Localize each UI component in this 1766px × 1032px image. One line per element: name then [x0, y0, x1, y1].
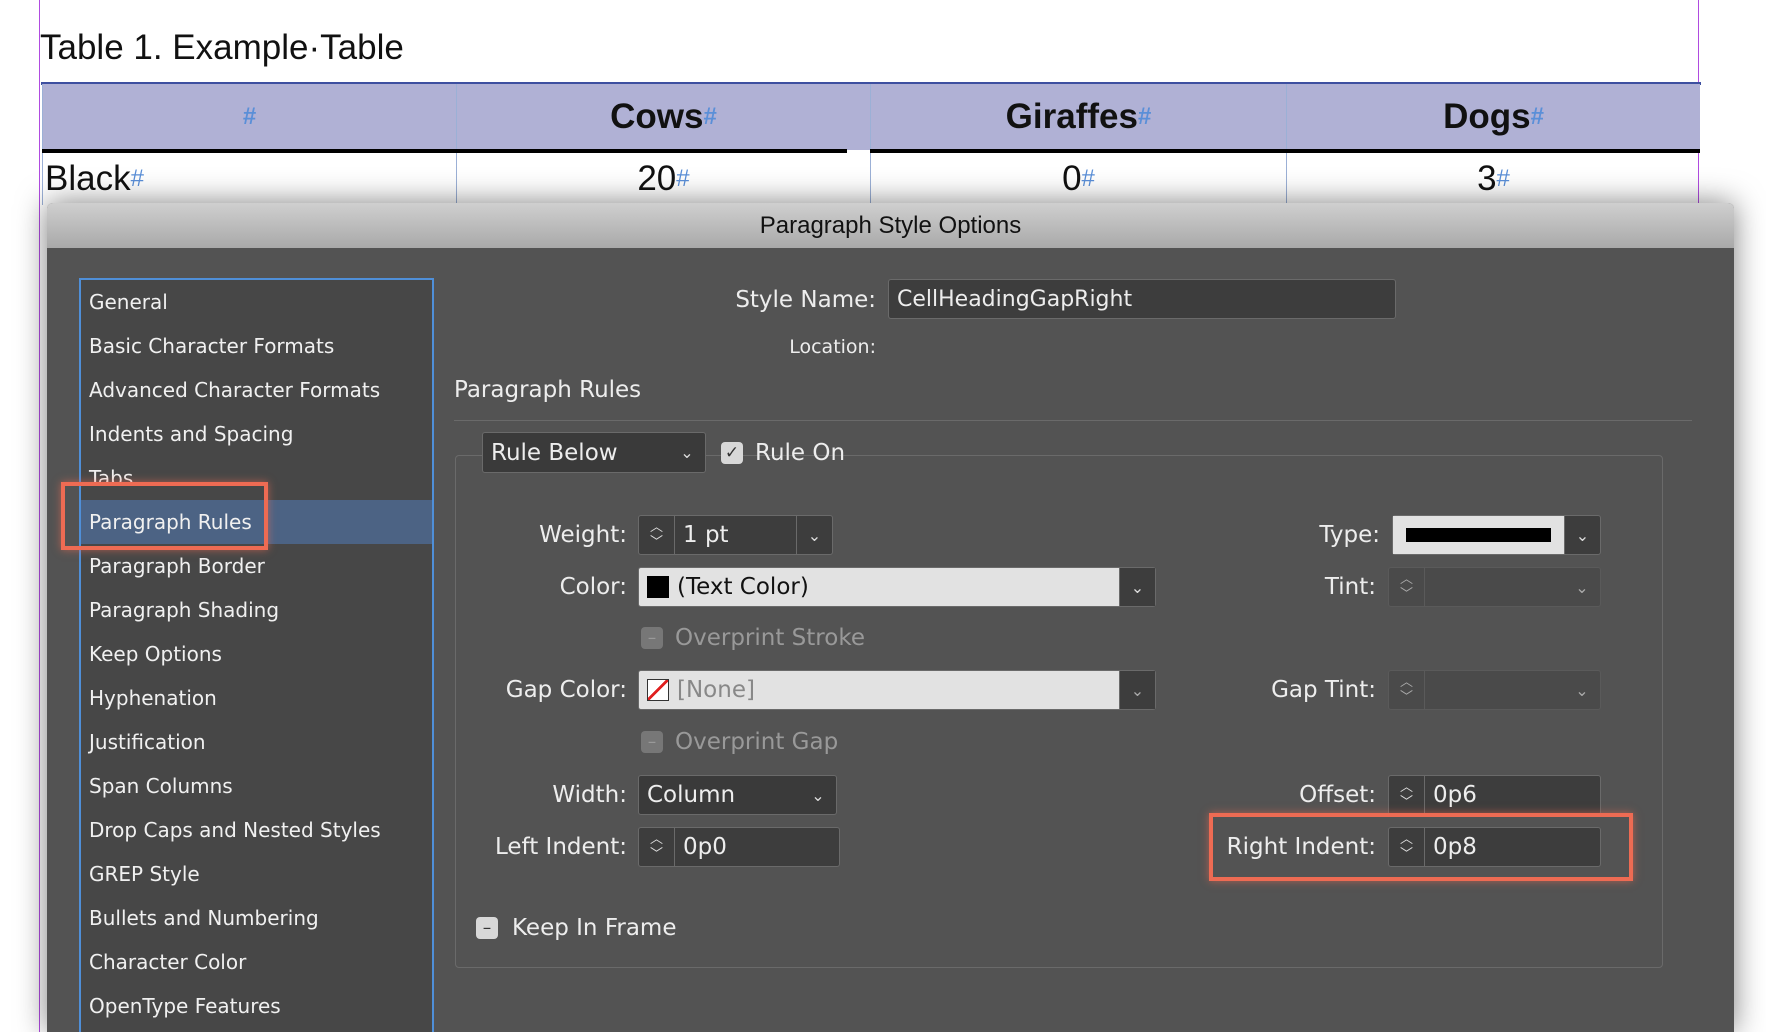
body-cell[interactable]: Black #	[42, 153, 456, 205]
rule-type-select[interactable]: Rule Below ⌄	[482, 432, 706, 473]
keep-in-frame-checkbox[interactable]: –	[476, 917, 498, 939]
gap-tint-label: Gap Tint:	[1271, 677, 1376, 703]
tint-combo[interactable]: ︿ ﹀ ⌄	[1388, 567, 1601, 607]
stepper-icon[interactable]: ︿ ﹀	[1389, 828, 1425, 866]
header-cell[interactable]: #	[42, 84, 456, 150]
category-hyphenation[interactable]: Hyphenation	[81, 676, 432, 720]
style-name-input[interactable]: CellHeadingGapRight	[888, 279, 1396, 319]
offset-label: Offset:	[1299, 782, 1376, 808]
category-paragraph-shading[interactable]: Paragraph Shading	[81, 588, 432, 632]
stepper-icon[interactable]: ︿ ﹀	[639, 828, 675, 866]
none-swatch-icon	[647, 679, 669, 701]
overprint-stroke-checkbox[interactable]: –	[641, 627, 663, 649]
category-paragraph-border[interactable]: Paragraph Border	[81, 544, 432, 588]
weight-label: Weight:	[539, 522, 627, 548]
right-indent-input[interactable]: ︿ ﹀ 0p8	[1388, 827, 1601, 867]
location-label: Location:	[789, 336, 876, 358]
divider	[454, 420, 1692, 421]
category-drop-caps-and-nested-styles[interactable]: Drop Caps and Nested Styles	[81, 808, 432, 852]
body-cell[interactable]: 0 #	[870, 153, 1286, 205]
right-indent-label: Right Indent:	[1226, 834, 1376, 860]
category-opentype-features[interactable]: OpenType Features	[81, 984, 432, 1028]
category-basic-character-formats[interactable]: Basic Character Formats	[81, 324, 432, 368]
type-select[interactable]: ⌄	[1392, 515, 1601, 555]
paragraph-style-options-dialog: Paragraph Style Options General Basic Cha…	[47, 203, 1734, 1032]
type-label: Type:	[1319, 522, 1380, 548]
weight-combo[interactable]: ︿ ﹀ 1 pt ⌄	[638, 515, 833, 555]
category-justification[interactable]: Justification	[81, 720, 432, 764]
left-indent-input[interactable]: ︿ ﹀ 0p0	[638, 827, 840, 867]
gap-tint-combo[interactable]: ︿ ﹀ ⌄	[1388, 670, 1601, 710]
chevron-down-icon: ⌄	[1575, 680, 1589, 700]
stepper-icon[interactable]: ︿ ﹀	[1389, 671, 1425, 709]
category-advanced-character-formats[interactable]: Advanced Character Formats	[81, 368, 432, 412]
dialog-title: Paragraph Style Options	[47, 203, 1734, 248]
width-select[interactable]: Column ⌄	[638, 775, 837, 815]
width-label: Width:	[552, 782, 627, 808]
header-cell-dogs[interactable]: Dogs #	[1286, 84, 1700, 150]
chevron-down-icon[interactable]: ⌄	[796, 516, 832, 554]
chevron-down-icon: ⌄	[1119, 568, 1155, 606]
color-swatch	[647, 576, 669, 598]
body-cell[interactable]: 20 #	[456, 153, 870, 205]
category-bullets-and-numbering[interactable]: Bullets and Numbering	[81, 896, 432, 940]
chevron-down-icon: ⌄	[680, 443, 694, 462]
solid-stroke-preview	[1406, 528, 1551, 542]
gap-color-label: Gap Color:	[505, 677, 627, 703]
category-character-color[interactable]: Character Color	[81, 940, 432, 984]
tint-label: Tint:	[1324, 574, 1376, 600]
category-grep-style[interactable]: GREP Style	[81, 852, 432, 896]
category-keep-options[interactable]: Keep Options	[81, 632, 432, 676]
chevron-down-icon: ⌄	[811, 785, 825, 805]
section-heading: Paragraph Rules	[454, 377, 642, 403]
stepper-icon[interactable]: ︿ ﹀	[639, 516, 675, 554]
margin-guide-left	[39, 0, 40, 1032]
category-indents-and-spacing[interactable]: Indents and Spacing	[81, 412, 432, 456]
stepper-icon[interactable]: ︿ ﹀	[1389, 568, 1425, 606]
chevron-down-icon: ⌄	[1575, 577, 1589, 597]
category-general[interactable]: General	[81, 280, 432, 324]
header-cell-cows[interactable]: Cows #	[456, 84, 870, 150]
highlight-box	[61, 482, 268, 550]
chevron-down-icon: ⌄	[1119, 671, 1155, 709]
header-cell-giraffes[interactable]: Giraffes #	[870, 84, 1286, 150]
category-list: General Basic Character Formats Advanced C…	[79, 278, 434, 1032]
color-label: Color:	[559, 574, 627, 600]
keep-in-frame-label: Keep In Frame	[512, 915, 677, 941]
gap-color-select[interactable]: [None] ⌄	[638, 670, 1156, 710]
table-caption: Table 1. Example·Table	[40, 28, 404, 67]
overprint-gap-checkbox[interactable]: –	[641, 731, 663, 753]
category-span-columns[interactable]: Span Columns	[81, 764, 432, 808]
chevron-down-icon: ⌄	[1564, 516, 1600, 554]
color-select[interactable]: (Text Color) ⌄	[638, 567, 1156, 607]
body-cell[interactable]: 3 #	[1286, 153, 1700, 205]
offset-input[interactable]: ︿ ﹀ 0p6	[1388, 775, 1601, 815]
rule-on-label: Rule On	[755, 440, 846, 466]
overprint-stroke-label: Overprint Stroke	[675, 625, 865, 651]
stepper-icon[interactable]: ︿ ﹀	[1389, 776, 1425, 814]
style-name-label: Style Name:	[735, 287, 876, 313]
overprint-gap-label: Overprint Gap	[675, 729, 839, 755]
left-indent-label: Left Indent:	[494, 834, 627, 860]
rule-on-checkbox[interactable]: ✓	[721, 442, 743, 464]
